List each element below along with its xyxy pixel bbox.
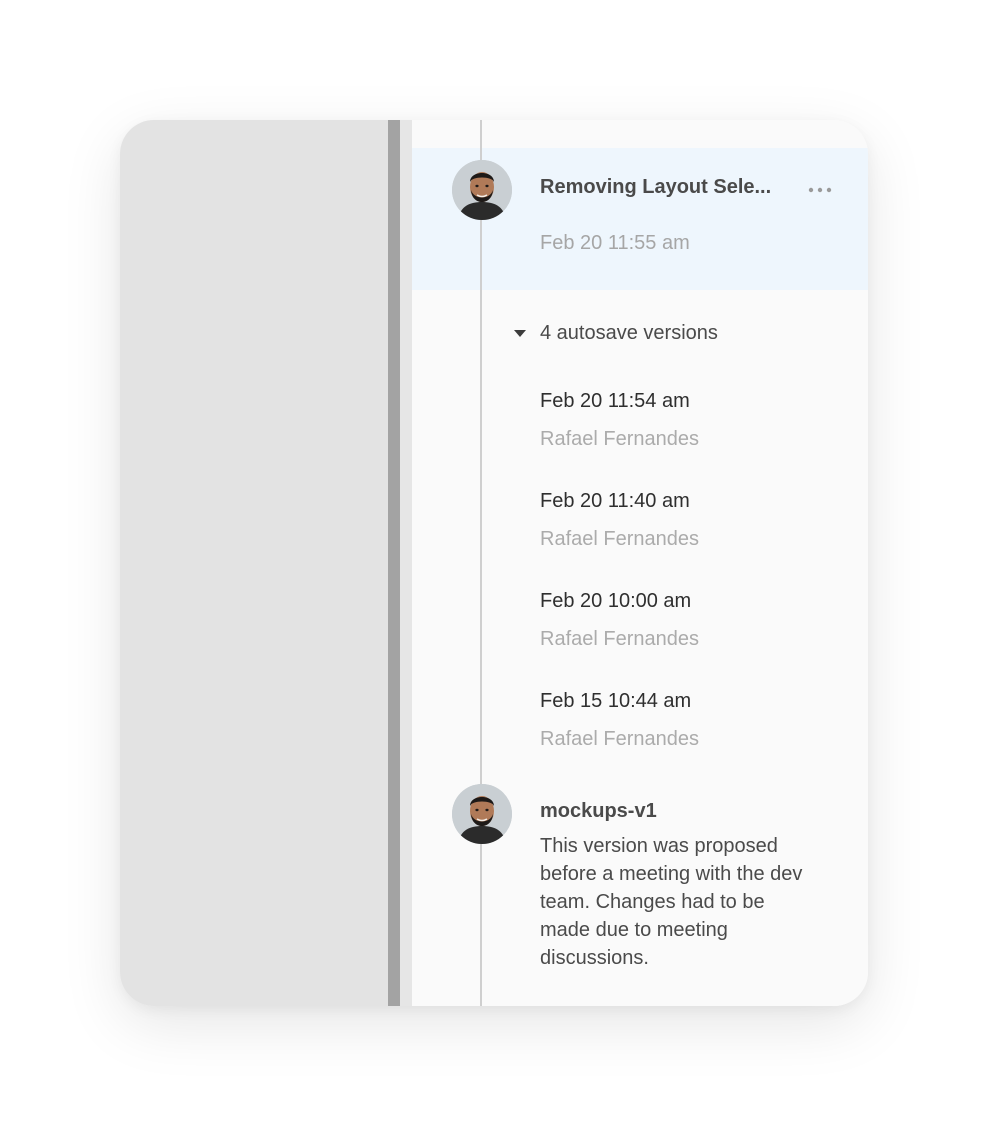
panel-divider-shadow [400, 120, 412, 1006]
autosave-versions-label: 4 autosave versions [540, 321, 718, 344]
avatar [452, 784, 512, 844]
autosave-author: Rafael Fernandes [540, 628, 699, 650]
caret-down-icon [514, 329, 526, 337]
autosave-author: Rafael Fernandes [540, 728, 699, 750]
panel-divider[interactable] [388, 120, 400, 1006]
version-title: Removing Layout Sele... [540, 176, 772, 198]
autosave-date: Feb 15 10:44 am [540, 690, 692, 712]
autosave-author: Rafael Fernandes [540, 428, 699, 450]
canvas-area [120, 120, 388, 1006]
autosave-versions-toggle[interactable]: 4 autosave versions [512, 320, 718, 346]
more-horizontal-icon [808, 187, 832, 193]
named-version-description: This version was proposed before a meeti… [540, 835, 803, 969]
avatar [452, 160, 512, 220]
autosave-version-item[interactable]: Feb 20 11:40 am Rafael Fernandes [540, 490, 840, 570]
named-version-title[interactable]: mockups-v1 [540, 800, 657, 823]
more-options-button[interactable] [804, 174, 836, 206]
autosave-version-item[interactable]: Feb 20 10:00 am Rafael Fernandes [540, 590, 840, 670]
autosave-date: Feb 20 11:40 am [540, 490, 690, 512]
autosave-version-item[interactable]: Feb 15 10:44 am Rafael Fernandes [540, 690, 840, 770]
autosave-date: Feb 20 10:00 am [540, 590, 692, 612]
version-date: Feb 20 11:55 am [540, 232, 690, 254]
autosave-version-item[interactable]: Feb 20 11:54 am Rafael Fernandes [540, 390, 840, 470]
autosave-author: Rafael Fernandes [540, 528, 699, 550]
version-history-card: Removing Layout Sele... Feb 20 11:55 am … [120, 120, 868, 1006]
version-history-panel: Removing Layout Sele... Feb 20 11:55 am … [412, 120, 868, 1006]
autosave-date: Feb 20 11:54 am [540, 390, 690, 412]
timeline-line [480, 120, 482, 1006]
